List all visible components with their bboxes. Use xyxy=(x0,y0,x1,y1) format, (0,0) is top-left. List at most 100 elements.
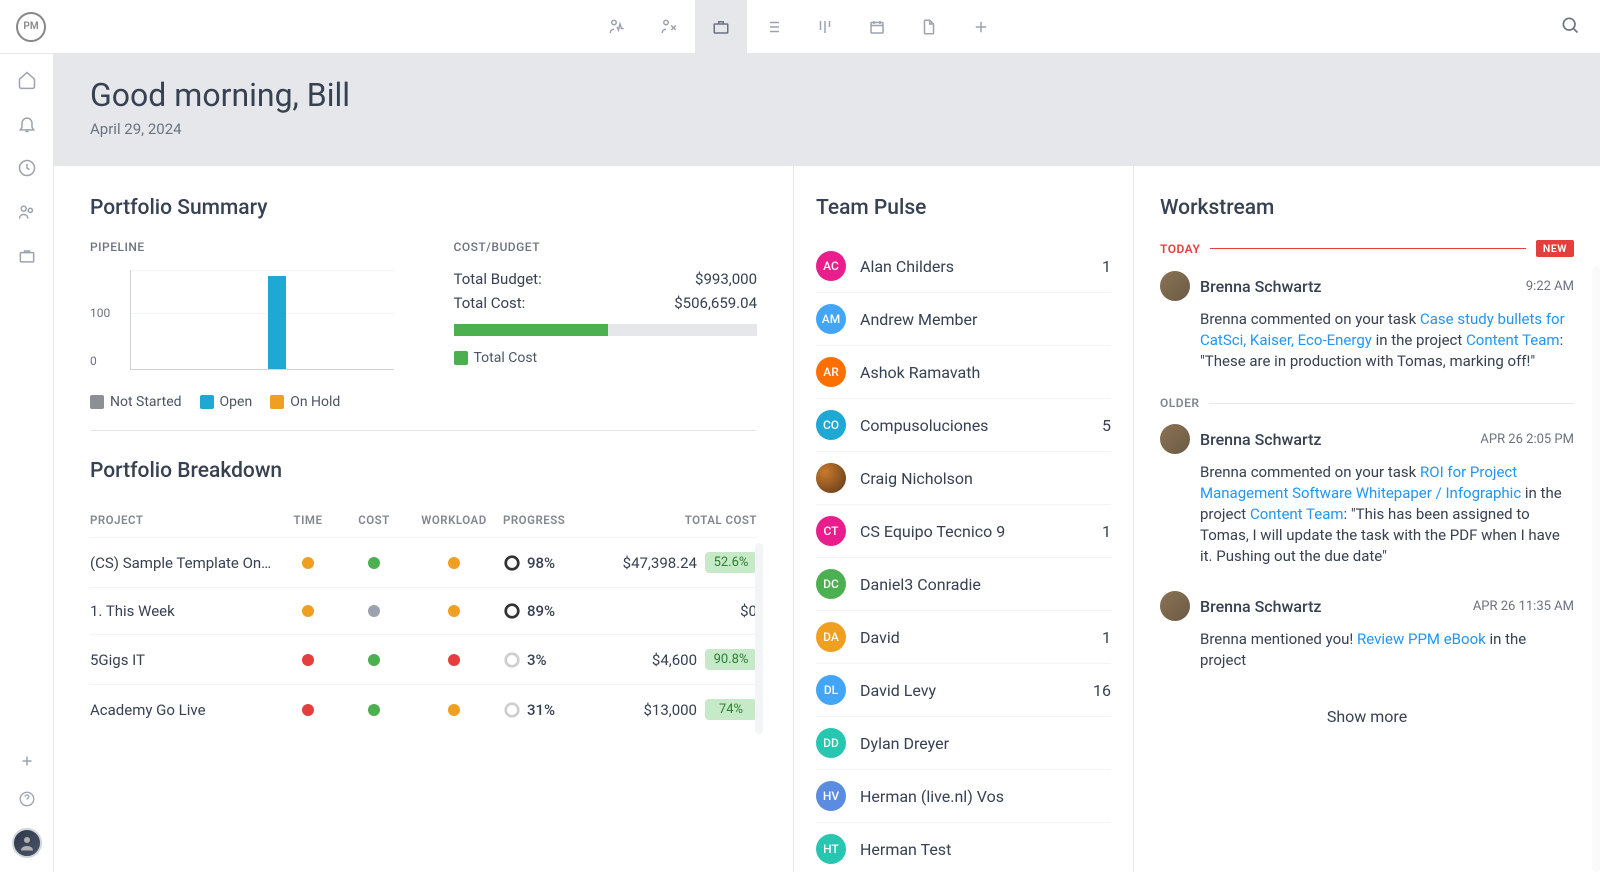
member-count: 1 xyxy=(1102,257,1111,276)
project-name[interactable]: Academy Go Live xyxy=(90,701,273,719)
app-logo[interactable]: PM xyxy=(16,12,46,42)
table-row[interactable]: Academy Go Live 31% $13,00074% xyxy=(90,684,757,734)
legend-label: On Hold xyxy=(290,394,340,410)
time-status-dot xyxy=(302,605,314,617)
team-pulse-row[interactable]: HVHerman (live.nl) Vos xyxy=(816,769,1111,822)
legend-swatch xyxy=(90,395,104,409)
rail-recent[interactable] xyxy=(17,158,37,178)
rail-portfolio[interactable] xyxy=(17,246,37,266)
time-status-dot xyxy=(302,654,314,666)
col-total-cost: TOTAL COST xyxy=(607,513,757,527)
team-pulse-row[interactable]: ACAlan Childers1 xyxy=(816,240,1111,292)
table-row[interactable]: (CS) Sample Template Onbo... 98% $47,398… xyxy=(90,537,757,587)
list-icon xyxy=(764,18,782,36)
search-icon xyxy=(1560,15,1580,35)
member-avatar: AM xyxy=(816,304,846,334)
table-row[interactable]: 1. This Week 89% $0 xyxy=(90,587,757,634)
progress-cell: 3% xyxy=(503,651,603,669)
rail-help[interactable] xyxy=(18,790,36,808)
progress-cell: 31% xyxy=(503,701,603,719)
cost-legend-label: Total Cost xyxy=(474,350,538,366)
team-pulse-row[interactable]: DADavid1 xyxy=(816,610,1111,663)
team-pulse-row[interactable]: ARAshok Ramavath xyxy=(816,345,1111,398)
help-icon xyxy=(18,790,36,808)
search-button[interactable] xyxy=(1552,7,1588,47)
tab-calendar[interactable] xyxy=(851,0,903,53)
member-avatar xyxy=(816,463,846,493)
project-name[interactable]: 1. This Week xyxy=(90,602,273,620)
workstream-scrollbar[interactable] xyxy=(1592,266,1600,872)
avatar-icon xyxy=(18,834,36,852)
total-cost-value: $47,398.24 xyxy=(623,554,697,572)
older-label: OLDER xyxy=(1160,396,1199,410)
member-avatar: CT xyxy=(816,516,846,546)
team-pulse-row[interactable]: DLDavid Levy16 xyxy=(816,663,1111,716)
plus-small-icon xyxy=(18,752,36,770)
tab-list[interactable] xyxy=(747,0,799,53)
cost-header: COST/BUDGET xyxy=(454,240,758,254)
cost-status-dot xyxy=(368,557,380,569)
team-pulse-row[interactable]: DCDaniel3 Conradie xyxy=(816,557,1111,610)
rail-notifications[interactable] xyxy=(17,114,37,134)
member-name: David Levy xyxy=(860,681,1079,700)
col-project: PROJECT xyxy=(90,513,273,527)
team-pulse-row[interactable]: AMAndrew Member xyxy=(816,292,1111,345)
project-name[interactable]: (CS) Sample Template Onbo... xyxy=(90,554,273,572)
tab-person-activity[interactable] xyxy=(591,0,643,53)
rail-add[interactable] xyxy=(18,752,36,770)
ws-project-link[interactable]: Content Team xyxy=(1466,331,1560,349)
table-scrollbar[interactable] xyxy=(755,543,763,734)
tab-file[interactable] xyxy=(903,0,955,53)
member-count: 5 xyxy=(1102,416,1111,435)
older-heading: OLDER xyxy=(1160,396,1574,410)
tab-person-settings[interactable] xyxy=(643,0,695,53)
member-count: 1 xyxy=(1102,628,1111,647)
cost-value: $506,659.04 xyxy=(674,294,757,312)
team-pulse-title: Team Pulse xyxy=(816,196,1111,220)
ws-task-link[interactable]: Review PPM eBook xyxy=(1357,630,1486,648)
team-pulse-row[interactable]: Craig Nicholson xyxy=(816,451,1111,504)
y-tick-100: 100 xyxy=(90,306,110,320)
project-name[interactable]: 5Gigs IT xyxy=(90,651,273,669)
workstream-item: Brenna Schwartz 9:22 AM Brenna commented… xyxy=(1160,271,1574,372)
team-pulse-row[interactable]: DDDylan Dreyer xyxy=(816,716,1111,769)
ws-time: APR 26 11:35 AM xyxy=(1473,599,1574,614)
member-avatar: DD xyxy=(816,728,846,758)
workstream-item: Brenna Schwartz APR 26 2:05 PM Brenna co… xyxy=(1160,424,1574,567)
board-icon xyxy=(816,18,834,36)
table-row[interactable]: 5Gigs IT 3% $4,60090.8% xyxy=(90,634,757,684)
rail-people[interactable] xyxy=(17,202,37,222)
show-more-button[interactable]: Show more xyxy=(1160,695,1574,738)
member-avatar: HT xyxy=(816,834,846,864)
greeting-date: April 29, 2024 xyxy=(90,120,1564,138)
top-navbar: PM xyxy=(0,0,1600,54)
time-status-dot xyxy=(302,557,314,569)
member-name: Craig Nicholson xyxy=(860,469,1097,488)
ws-author: Brenna Schwartz xyxy=(1200,430,1470,449)
member-avatar: DC xyxy=(816,569,846,599)
left-column: Portfolio Summary PIPELINE 100 0 xyxy=(54,166,794,872)
legend-label: Open xyxy=(220,394,253,410)
ws-project-link[interactable]: Content Team xyxy=(1250,505,1344,523)
tab-board[interactable] xyxy=(799,0,851,53)
rail-home[interactable] xyxy=(17,70,37,90)
cost-legend-swatch xyxy=(454,351,468,365)
team-pulse-row[interactable]: CTCS Equipo Tecnico 91 xyxy=(816,504,1111,557)
workload-status-dot xyxy=(448,557,460,569)
member-name: Ashok Ramavath xyxy=(860,363,1097,382)
today-label: TODAY xyxy=(1160,242,1200,256)
user-avatar[interactable] xyxy=(12,828,42,858)
team-pulse-row[interactable]: HTHerman Test xyxy=(816,822,1111,872)
tab-add[interactable] xyxy=(955,0,1007,53)
team-pulse-column: Team Pulse ACAlan Childers1AMAndrew Memb… xyxy=(794,166,1134,872)
member-name: Herman (live.nl) Vos xyxy=(860,787,1097,806)
variance-badge: 52.6% xyxy=(705,552,757,573)
briefcase-icon xyxy=(712,18,730,36)
top-tabs xyxy=(591,0,1007,53)
tab-briefcase[interactable] xyxy=(695,0,747,53)
ws-task-link[interactable]: ROI for Project Management Software Whit… xyxy=(1200,463,1521,502)
progress-ring-icon xyxy=(503,701,521,719)
team-pulse-row[interactable]: COCompusoluciones5 xyxy=(816,398,1111,451)
cost-label: Total Cost: xyxy=(454,294,526,312)
total-cost-value: $4,600 xyxy=(652,651,697,669)
